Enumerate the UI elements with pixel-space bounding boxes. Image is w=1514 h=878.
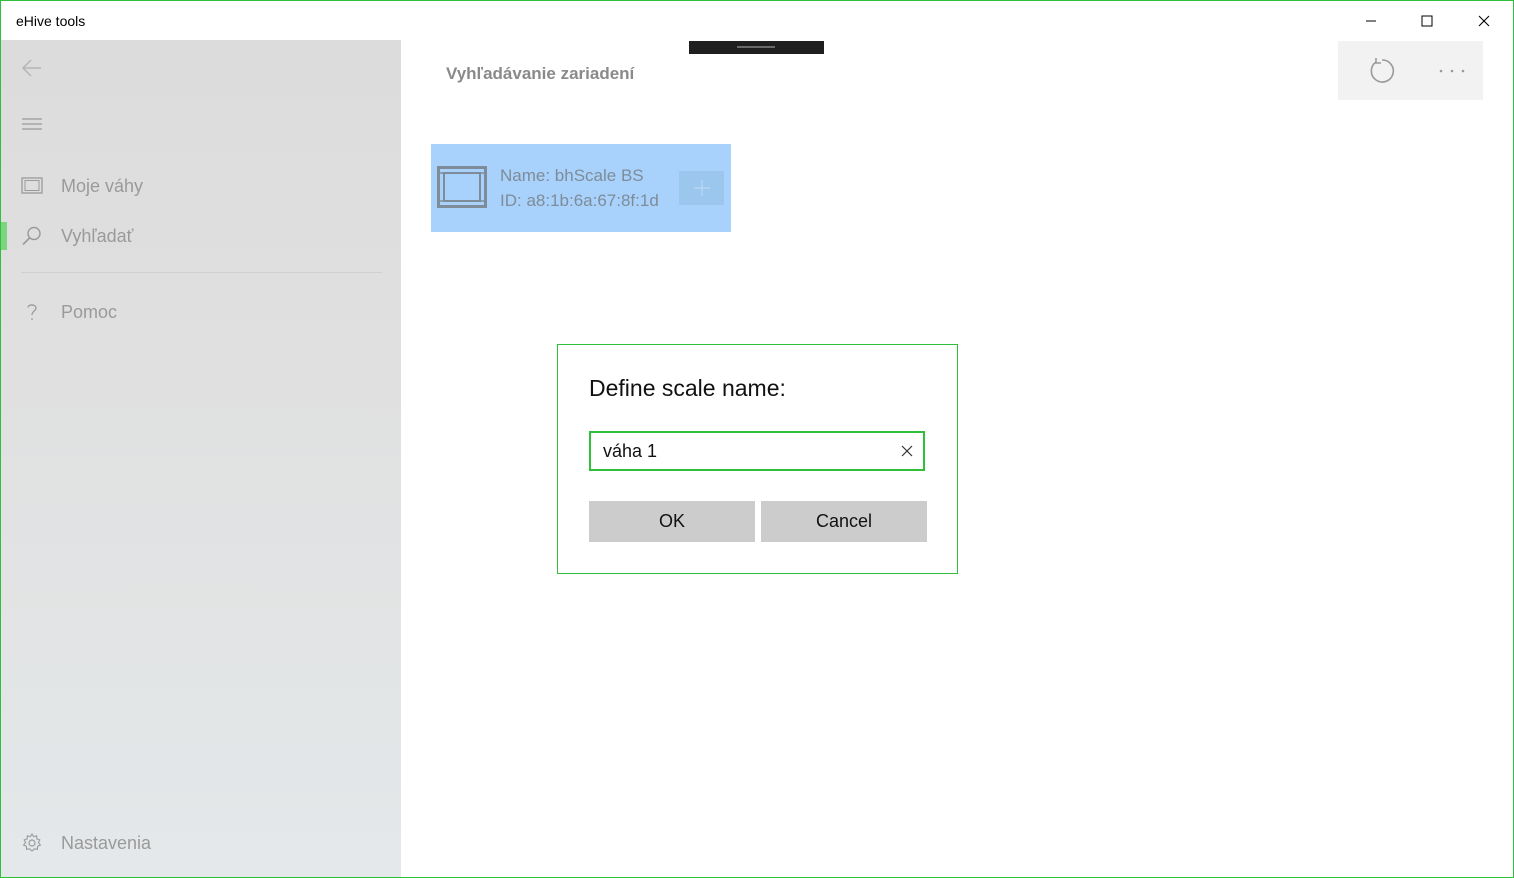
maximize-icon [1421,15,1433,26]
minimize-icon [1366,20,1376,21]
sidebar-item-label: Pomoc [61,302,118,322]
close-button[interactable] [1461,1,1507,40]
scale-name-field[interactable] [589,431,925,471]
title-bar[interactable]: eHive tools [1,1,1513,40]
add-device-button[interactable] [679,171,724,205]
settings-gear-icon [21,832,43,854]
sidebar-item-label: Moje váhy [61,176,144,196]
refresh-icon [1370,57,1395,83]
clear-input-button[interactable] [899,443,915,459]
minimize-button[interactable] [1348,1,1394,40]
help-icon [21,301,43,323]
close-icon [1478,15,1490,26]
scale-list-icon [21,175,43,197]
device-name: Name: bhScale BS [500,166,644,185]
plus-icon [693,180,710,196]
more-dots-icon [1439,69,1465,72]
sidebar-item-label: Nastavenia [61,833,152,853]
back-button[interactable] [21,57,43,79]
refresh-button[interactable] [1346,41,1418,100]
scale-device-icon [437,166,487,208]
ok-button[interactable]: OK [589,501,755,542]
more-options-button[interactable] [1416,41,1488,100]
nav-divider [21,272,382,273]
hamburger-icon [22,118,42,130]
app-window: eHive tools Moje váhy Vyhľadať Pomoc Nas… [0,0,1514,878]
command-bar [1338,41,1483,100]
clear-x-icon [901,445,913,457]
sidebar-item-label: Vyhľadať [61,226,134,246]
device-id: ID: a8:1b:6a:67:8f:1d [500,191,659,210]
scale-name-input[interactable] [603,433,883,469]
back-arrow-icon [21,59,41,77]
dialog-title: Define scale name: [589,375,786,401]
active-indicator [1,222,7,250]
define-scale-name-dialog: Define scale name: OK Cancel [557,344,958,574]
device-list-item[interactable]: Name: bhScale BS ID: a8:1b:6a:67:8f:1d [431,144,731,232]
search-icon [21,225,43,247]
drag-handle[interactable] [689,41,824,54]
navigation-pane: Moje váhy Vyhľadať Pomoc Nastavenia [1,40,401,877]
page-title: Vyhľadávanie zariadení [446,64,635,83]
window-title: eHive tools [16,13,86,29]
maximize-button[interactable] [1404,1,1450,40]
hamburger-menu-button[interactable] [21,113,43,135]
cancel-button[interactable]: Cancel [761,501,927,542]
